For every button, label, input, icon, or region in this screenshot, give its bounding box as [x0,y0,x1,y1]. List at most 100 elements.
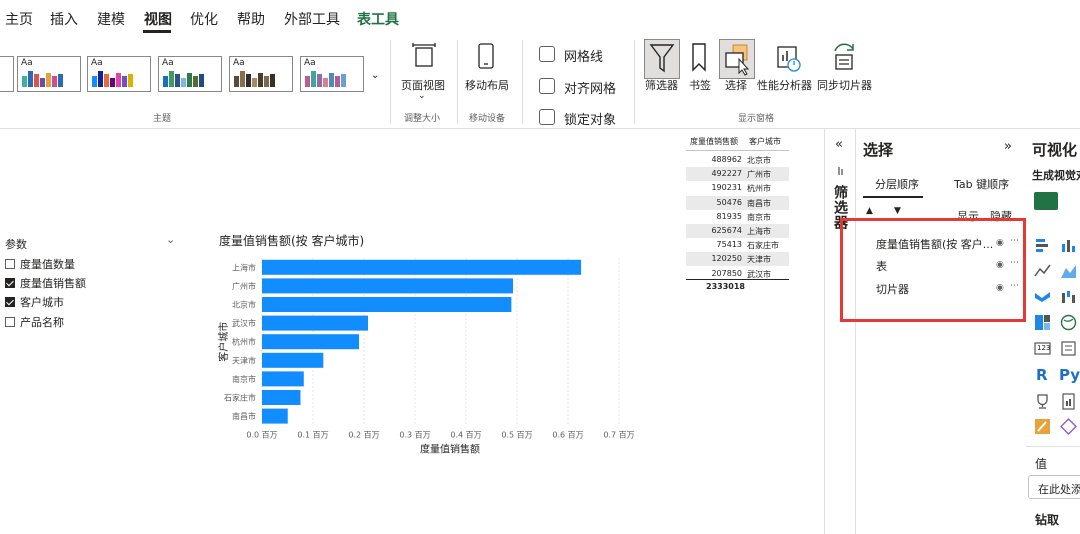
bar[interactable] [262,408,288,424]
table-header-city[interactable]: 客户城市 [749,136,781,147]
slicer-item[interactable]: 客户城市 [5,294,64,310]
collapse-chevron-icon[interactable]: » [1004,139,1012,154]
python-visual-icon[interactable]: Py [1059,366,1080,384]
r-visual-icon[interactable]: R [1036,366,1048,384]
line-chart-icon[interactable] [1034,262,1051,279]
highlight-box [840,218,1026,322]
build-visual-icon[interactable] [1034,192,1058,210]
x-tick-label: 0.3 百万 [399,430,430,439]
table-row[interactable]: 488962 北京市 [686,153,789,167]
tab-tab-order[interactable]: Tab 键顺序 [954,176,1009,192]
snap-grid-checkbox[interactable] [539,78,555,94]
checkbox-icon[interactable] [5,297,15,307]
bar[interactable] [262,334,360,350]
snap-grid-label: 对齐网格 [564,82,617,97]
sync-slicers-label[interactable]: 同步切片器 [817,77,872,93]
theme-gallery-chevron-icon[interactable]: ⌄ [371,70,379,81]
paginated-report-icon[interactable] [1060,393,1077,410]
menu-table-tools[interactable]: 表工具 [357,9,399,29]
menu-optimize[interactable]: 优化 [190,9,218,29]
selection-pane-label[interactable]: 选择 [725,77,747,93]
values-drop-zone[interactable]: 在此处添 [1028,475,1080,499]
theme-swatch-4[interactable]: Aa [158,56,222,92]
waterfall-chart-icon[interactable] [1060,288,1077,305]
treemap-icon[interactable] [1034,314,1051,331]
ribbon-chart-icon[interactable] [1034,288,1051,305]
y-axis-title: 客户城市 [217,322,230,362]
menu-view[interactable]: 视图 [144,9,172,29]
selection-pane-toggle[interactable] [719,39,755,79]
checkbox-icon[interactable] [5,259,15,269]
tab-layer-order[interactable]: 分层顺序 [875,176,919,192]
table-row[interactable]: 492227 广州市 [686,167,789,182]
table-row[interactable]: 81935 南京市 [686,209,789,224]
menu-help[interactable]: 帮助 [237,9,265,29]
bar[interactable] [262,259,582,275]
slicer-item[interactable]: 产品名称 [5,314,64,330]
performance-pane-toggle[interactable] [770,39,806,79]
theme-swatch-2[interactable]: Aa [17,56,81,92]
bar[interactable] [262,352,324,368]
table-row[interactable]: 75413 石家庄市 [686,238,789,253]
theme-swatch-5[interactable]: Aa [229,56,293,92]
menu-insert[interactable]: 插入 [50,9,78,29]
bar[interactable] [262,390,301,405]
viz-pane-subtitle: 生成视觉对 [1032,169,1080,182]
checkbox-icon[interactable] [5,317,15,327]
table-row[interactable]: 190231 杭州市 [686,181,789,196]
performance-pane-label[interactable]: 性能分析器 [757,77,812,93]
sync-slicers-toggle[interactable] [827,39,863,79]
table-header-value[interactable]: 度量值销售额 [690,136,738,147]
ribbon-divider [390,40,391,124]
slicer-chevron-icon[interactable]: ⌄ [166,233,175,246]
checkbox-icon[interactable] [5,278,15,288]
theme-swatch-1[interactable]: Aa [0,56,14,92]
multi-row-card-icon[interactable] [1060,340,1077,357]
lock-objects-checkbox[interactable] [539,109,555,125]
slicer-item[interactable]: 度量值数量 [5,256,75,272]
trophy-icon[interactable] [1034,393,1051,410]
bar[interactable] [262,315,369,331]
bookmark-icon [692,43,706,72]
map-icon[interactable] [1060,314,1077,331]
mobile-layout-label[interactable]: 移动布局 [465,77,509,93]
active-tab-indicator [863,196,923,198]
page-view-icon[interactable] [410,42,438,70]
ribbon-divider [634,40,635,124]
table-row[interactable]: 120250 天津市 [686,252,789,267]
stacked-bar-icon[interactable] [1034,237,1051,254]
expand-chevron-icon[interactable]: « [835,137,843,152]
page-view-chevron-icon[interactable]: ⌄ [418,91,426,101]
bar[interactable] [262,297,512,312]
resize-group-label: 调整大小 [404,114,441,124]
table-row[interactable]: 50476 南昌市 [686,195,789,210]
filter-pane-collapsed[interactable]: « 筛选器 [824,129,855,534]
theme-bars [163,69,217,87]
column-chart-icon[interactable] [1060,237,1077,254]
bar-chart[interactable]: 度量值销售额(按 客户城市) 0.0 百万 0.1 百万 0.2 百万 0.3 百万 0.… [210,228,660,463]
ribbon: Aa Aa Aa Aa Aa Aa ⌄ 主题 页面视图 ⌄ 调整大小 移动布局 … [0,34,1080,129]
move-up-icon[interactable]: ▲ [866,206,873,216]
slicer-item[interactable]: 度量值销售额 [5,275,86,291]
gridlines-checkbox[interactable] [539,46,555,62]
table-cell-city: 天津市 [747,255,771,265]
bar[interactable] [262,278,514,294]
menu-external-tools[interactable]: 外部工具 [284,9,340,29]
table-row[interactable]: 625674 上海市 [686,224,789,238]
menu-bar: 主页 插入 建模 视图 优化 帮助 外部工具 表工具 [0,0,1080,34]
theme-swatch-6[interactable]: Aa [300,56,364,92]
bookmark-pane-toggle[interactable] [682,39,718,79]
filter-pane-label[interactable]: 筛选器 [645,77,678,93]
filter-pane-toggle[interactable] [644,39,680,79]
move-down-icon[interactable]: ▼ [894,206,901,216]
bar[interactable] [262,371,304,387]
area-chart-icon[interactable] [1060,262,1077,279]
table-cell-value: 488962 [711,155,742,164]
menu-modeling[interactable]: 建模 [97,9,125,29]
power-automate-icon[interactable] [1060,418,1077,435]
menu-home[interactable]: 主页 [5,9,33,29]
power-apps-icon[interactable] [1034,418,1051,435]
theme-swatch-3[interactable]: Aa [87,56,151,92]
bookmark-pane-label[interactable]: 书签 [689,77,711,93]
mobile-layout-icon[interactable] [476,42,496,70]
